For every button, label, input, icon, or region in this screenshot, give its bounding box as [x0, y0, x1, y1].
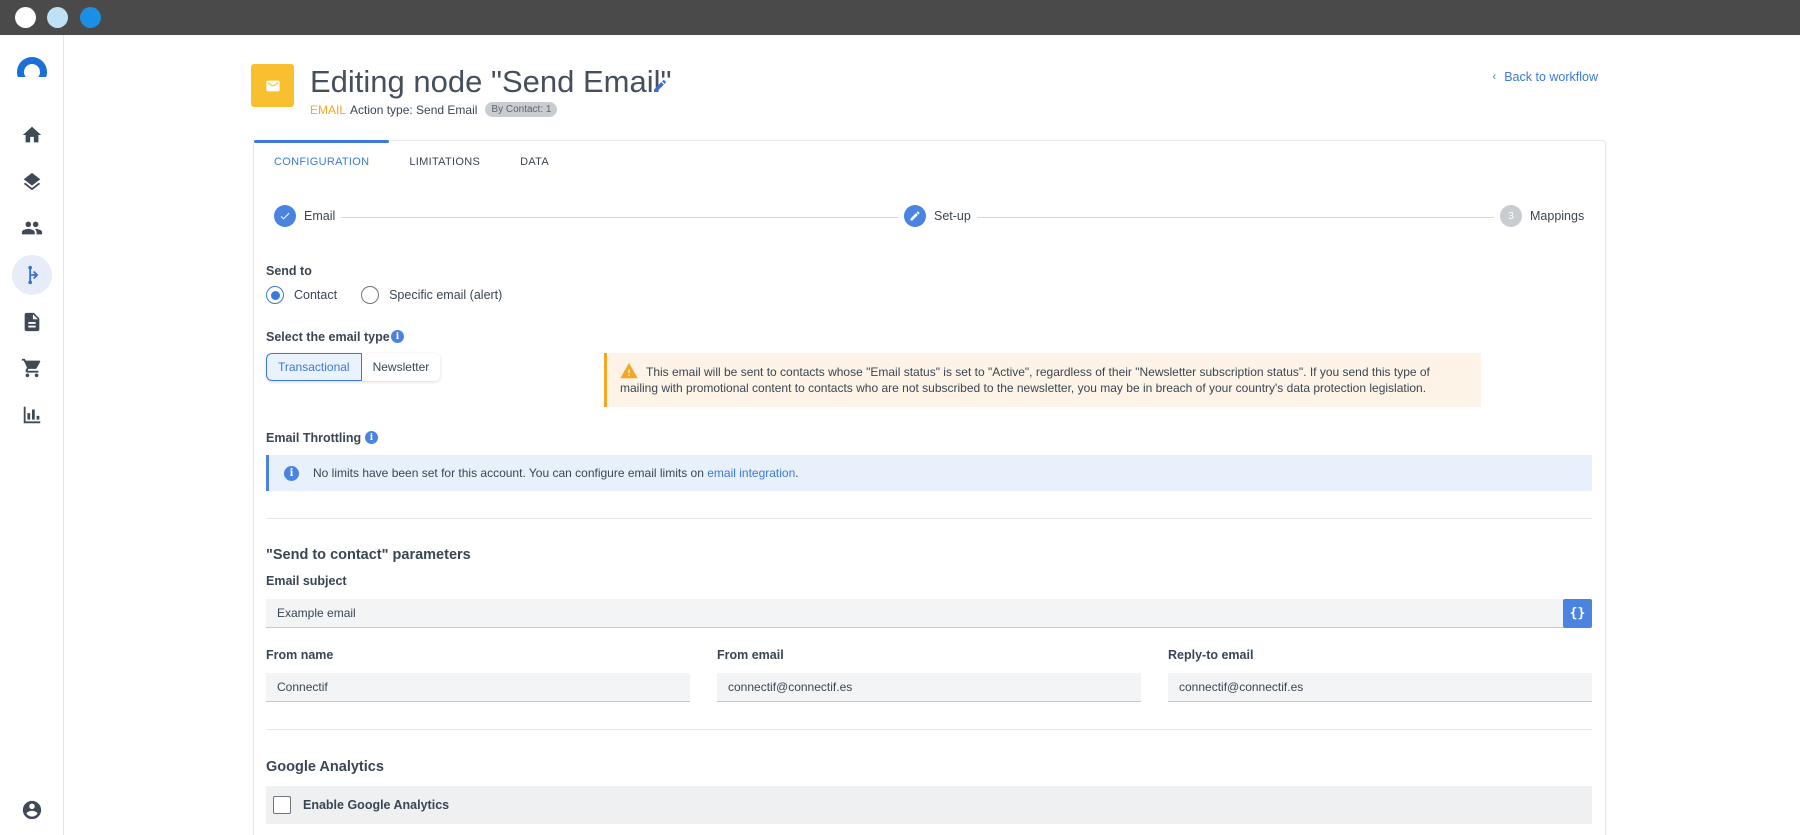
send-to-contact-title: "Send to contact" parameters	[266, 547, 471, 563]
insert-variable-button[interactable]: {}	[1563, 599, 1592, 628]
workflow-icon	[28, 265, 39, 285]
info-text: No limits have been set for this account…	[313, 466, 704, 480]
chart-icon	[23, 406, 41, 424]
enable-ga-label: Enable Google Analytics	[303, 798, 450, 812]
node-subtitle: EMAIL Action type: Send Email By Contact…	[310, 102, 558, 117]
config-card: CONFIGURATION LIMITATIONS DATA Email Set…	[253, 140, 1606, 835]
tab-data[interactable]: DATA	[500, 141, 569, 183]
email-type-toggle: Transactional Newsletter	[266, 353, 441, 381]
from-name-input[interactable]: Connectif	[266, 673, 690, 702]
info-icon: i	[284, 465, 299, 481]
step-mappings[interactable]: 3 Mappings	[1494, 205, 1585, 227]
sidebar-item-home[interactable]	[12, 115, 52, 155]
step-label: Email	[304, 209, 336, 223]
check-icon	[274, 205, 296, 227]
home-icon	[22, 126, 42, 143]
radio-label: Specific email (alert)	[389, 288, 503, 302]
sidebar-item-account[interactable]	[12, 790, 52, 830]
tab-configuration[interactable]: CONFIGURATION	[254, 140, 390, 183]
page-title: Editing node "Send Email"	[310, 64, 672, 99]
email-subject-input[interactable]: Example email	[266, 599, 1563, 628]
step-setup[interactable]: Set-up	[898, 205, 977, 227]
newsletter-warning: This email will be sent to contacts whos…	[604, 353, 1481, 407]
stepper: Email Set-up 3 Mappings	[274, 205, 1585, 229]
newsletter-button[interactable]: Newsletter	[361, 353, 441, 381]
info-end: .	[795, 466, 799, 480]
sidebar-item-contacts[interactable]	[12, 208, 52, 248]
contact-count-badge: By Contact: 1	[485, 102, 558, 117]
pencil-icon	[904, 205, 926, 227]
sidebar-item-store[interactable]	[12, 348, 52, 388]
google-analytics-title: Google Analytics	[266, 759, 384, 775]
node-type-tag: EMAIL	[310, 102, 347, 117]
reply-to-label: Reply-to email	[1168, 648, 1254, 662]
from-name-label: From name	[266, 648, 334, 662]
throttling-info-text: No limits have been set for this account…	[313, 466, 799, 480]
throttling-info-box: i No limits have been set for this accou…	[266, 455, 1592, 491]
enable-ga-checkbox[interactable]	[273, 796, 291, 814]
info-icon[interactable]: i	[365, 431, 378, 444]
document-icon	[24, 312, 40, 332]
send-to-radio-group: Contact Specific email (alert)	[266, 286, 526, 304]
window-minimize-dot[interactable]	[47, 7, 68, 28]
radio-button[interactable]	[266, 286, 284, 304]
tab-limitations[interactable]: LIMITATIONS	[389, 141, 500, 183]
enable-ga-row[interactable]: Enable Google Analytics	[266, 786, 1592, 824]
sidebar-item-layers[interactable]	[12, 162, 52, 202]
step-number: 3	[1500, 205, 1522, 227]
send-to-label: Send to	[266, 264, 312, 278]
account-icon	[22, 800, 42, 820]
step-label: Set-up	[934, 209, 971, 223]
sidebar-item-reports[interactable]	[12, 395, 52, 435]
sidebar-item-workflows[interactable]	[12, 255, 52, 295]
radio-label: Contact	[294, 288, 338, 302]
sidebar-item-content[interactable]	[12, 302, 52, 342]
radio-specific-email[interactable]: Specific email (alert)	[361, 286, 502, 304]
transactional-button[interactable]: Transactional	[266, 353, 362, 381]
layers-icon	[23, 172, 41, 191]
stepper-line	[954, 217, 1514, 218]
chevron-left-icon: ‹	[1492, 71, 1497, 83]
tab-bar: CONFIGURATION LIMITATIONS DATA	[254, 140, 1605, 183]
pencil-icon[interactable]	[652, 78, 668, 94]
back-to-workflow-link[interactable]: ‹ Back to workflow	[1493, 70, 1598, 84]
email-subject-label: Email subject	[266, 574, 347, 588]
action-type-text: Action type: Send Email	[350, 102, 478, 117]
window-close-dot[interactable]	[15, 7, 36, 28]
window-titlebar	[0, 0, 1800, 35]
step-email[interactable]: Email	[274, 205, 342, 227]
warning-icon	[620, 363, 638, 379]
email-type-label: Select the email type	[266, 330, 390, 344]
cart-icon	[21, 358, 41, 378]
throttling-label: Email Throttling	[266, 431, 362, 445]
sidebar	[0, 35, 64, 835]
email-integration-link[interactable]: email integration	[707, 466, 795, 480]
divider	[266, 729, 1592, 730]
from-email-label: From email	[717, 648, 784, 662]
back-link-label: Back to workflow	[1504, 70, 1598, 84]
from-email-input[interactable]: connectif@connectif.es	[717, 673, 1141, 702]
stepper-line	[334, 217, 914, 218]
step-label: Mappings	[1530, 209, 1585, 223]
radio-contact[interactable]: Contact	[266, 286, 337, 304]
email-node-icon	[251, 64, 294, 107]
window-maximize-dot[interactable]	[80, 7, 101, 28]
divider	[266, 518, 1592, 519]
radio-button[interactable]	[361, 286, 380, 304]
warning-text: This email will be sent to contacts whos…	[620, 365, 1430, 395]
reply-to-input[interactable]: connectif@connectif.es	[1168, 673, 1592, 702]
envelope-icon	[265, 80, 280, 91]
people-icon	[21, 221, 43, 235]
logo-icon[interactable]	[17, 55, 47, 77]
info-icon[interactable]: i	[391, 330, 404, 343]
